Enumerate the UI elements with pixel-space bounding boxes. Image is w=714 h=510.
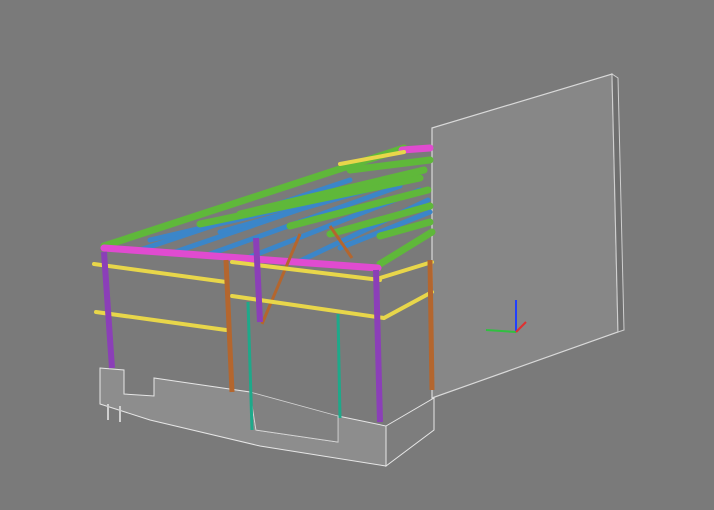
model-canvas[interactable] [0, 0, 714, 510]
3d-viewport[interactable] [0, 0, 714, 510]
